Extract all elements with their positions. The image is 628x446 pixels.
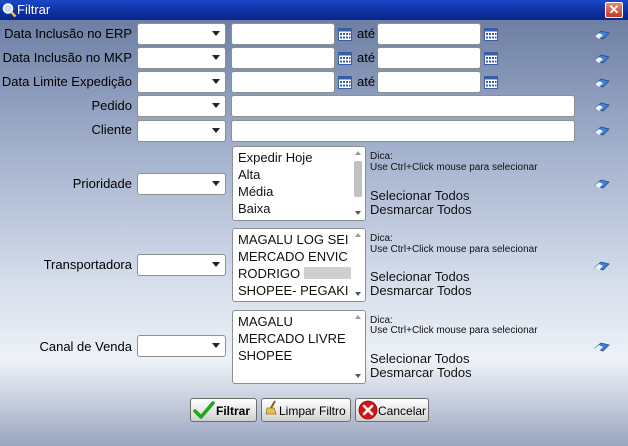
chevron-down-icon (212, 128, 220, 133)
cancel-button[interactable]: Cancelar (355, 398, 429, 422)
list-item[interactable]: MAGALU (238, 314, 293, 330)
pedido-label: Pedido (91, 98, 132, 113)
transportadora-deselect-all-link[interactable]: Desmarcar Todos (370, 284, 472, 298)
scrollbar[interactable] (351, 311, 365, 383)
data-erp-from-input[interactable] (231, 23, 335, 45)
eraser-icon[interactable] (594, 102, 610, 112)
data-erp-label: Data Inclusão no ERP (4, 26, 132, 41)
prioridade-label: Prioridade (72, 176, 132, 191)
data-erp-to-input[interactable] (377, 23, 481, 45)
redacted-text (304, 267, 353, 279)
title-bar: Filtrar ✕ (0, 0, 628, 20)
chevron-down-icon (212, 31, 220, 36)
calendar-icon[interactable] (338, 76, 352, 89)
pedido-input[interactable] (231, 95, 575, 117)
scroll-down-icon[interactable] (355, 211, 361, 215)
chevron-down-icon (212, 262, 220, 267)
list-item[interactable]: MERCADO LIVRE (238, 331, 346, 347)
list-item[interactable]: SHOPEE (238, 348, 292, 364)
transportadora-operator-select[interactable] (137, 254, 226, 276)
list-item[interactable]: Alta (238, 167, 260, 183)
search-icon (2, 3, 17, 18)
chevron-down-icon (212, 55, 220, 60)
scroll-up-icon[interactable] (355, 315, 361, 319)
data-limite-from-input[interactable] (231, 71, 335, 93)
prioridade-operator-select[interactable] (137, 173, 226, 195)
scroll-up-icon[interactable] (355, 151, 361, 155)
broom-icon (265, 400, 277, 415)
data-limite-to-input[interactable] (377, 71, 481, 93)
chevron-down-icon (212, 343, 220, 348)
canal-venda-deselect-all-link[interactable]: Desmarcar Todos (370, 366, 472, 380)
eraser-icon[interactable] (594, 54, 610, 64)
prioridade-deselect-all-link[interactable]: Desmarcar Todos (370, 203, 472, 217)
data-erp-operator-select[interactable] (137, 23, 226, 45)
transportadora-label: Transportadora (43, 257, 132, 272)
list-item[interactable]: RODRIGO (238, 266, 353, 282)
clear-filter-button[interactable]: Limpar Filtro (261, 398, 351, 422)
list-item-label: RODRIGO (238, 266, 301, 281)
calendar-icon[interactable] (338, 28, 352, 41)
scroll-down-icon[interactable] (355, 292, 361, 296)
canal-venda-select-all-link[interactable]: Selecionar Todos (370, 352, 470, 366)
list-item[interactable]: SHOPEE- PEGAKI (238, 283, 349, 299)
list-item[interactable]: MAGALU LOG SEI (238, 232, 349, 248)
eraser-icon[interactable] (594, 261, 610, 271)
data-limite-label: Data Limite Expedição (1, 74, 132, 89)
list-item[interactable]: Expedir Hoje (238, 150, 312, 166)
data-mkp-operator-select[interactable] (137, 47, 226, 69)
transportadora-select-all-link[interactable]: Selecionar Todos (370, 270, 470, 284)
list-item[interactable]: Baixa (238, 201, 271, 217)
data-mkp-label: Data Inclusão no MKP (2, 50, 132, 65)
close-button[interactable]: ✕ (605, 2, 623, 18)
scroll-down-icon[interactable] (355, 374, 361, 378)
prioridade-hint-title: Dica: (370, 151, 393, 162)
data-limite-range-separator: até (357, 74, 376, 89)
chevron-down-icon (212, 103, 220, 108)
scrollbar[interactable] (351, 147, 365, 220)
eraser-icon[interactable] (594, 78, 610, 88)
prioridade-hint-text: Use Ctrl+Click mouse para selecionar (370, 162, 538, 173)
transportadora-hint-text: Use Ctrl+Click mouse para selecionar (370, 244, 538, 255)
chevron-down-icon (212, 79, 220, 84)
data-limite-operator-select[interactable] (137, 71, 226, 93)
data-mkp-range-separator: até (357, 50, 376, 65)
data-erp-range-separator: até (357, 26, 376, 41)
transportadora-listbox[interactable]: MAGALU LOG SEI MERCADO ENVIC RODRIGO SHO… (232, 228, 366, 302)
canal-venda-listbox[interactable]: MAGALU MERCADO LIVRE SHOPEE (232, 310, 366, 384)
data-mkp-to-input[interactable] (377, 47, 481, 69)
data-mkp-from-input[interactable] (231, 47, 335, 69)
scrollbar[interactable] (351, 229, 365, 301)
window-title: Filtrar (17, 2, 51, 17)
prioridade-select-all-link[interactable]: Selecionar Todos (370, 189, 470, 203)
calendar-icon[interactable] (484, 28, 498, 41)
chevron-down-icon (212, 181, 220, 186)
cliente-operator-select[interactable] (137, 120, 226, 142)
cliente-label: Cliente (91, 122, 132, 137)
cliente-input[interactable] (231, 120, 575, 142)
canal-venda-label: Canal de Venda (39, 339, 132, 354)
scroll-up-icon[interactable] (355, 233, 361, 237)
pedido-operator-select[interactable] (137, 95, 226, 117)
calendar-icon[interactable] (484, 76, 498, 89)
list-item[interactable]: MERCADO ENVIC (238, 249, 348, 265)
calendar-icon[interactable] (484, 52, 498, 65)
filter-button[interactable]: Filtrar (190, 398, 257, 422)
calendar-icon[interactable] (338, 52, 352, 65)
eraser-icon[interactable] (594, 342, 610, 352)
list-item[interactable]: Média (238, 184, 273, 200)
clear-filter-button-label: Limpar Filtro (279, 404, 346, 418)
canal-venda-operator-select[interactable] (137, 335, 226, 357)
eraser-icon[interactable] (594, 30, 610, 40)
prioridade-listbox[interactable]: Expedir Hoje Alta Média Baixa (232, 146, 366, 221)
eraser-icon[interactable] (594, 179, 610, 189)
transportadora-hint-title: Dica: (370, 233, 393, 244)
scrollbar-thumb[interactable] (354, 161, 362, 197)
cancel-icon (358, 400, 378, 420)
eraser-icon[interactable] (594, 126, 610, 136)
checkmark-icon (193, 401, 215, 419)
cancel-button-label: Cancelar (378, 404, 427, 418)
filter-button-label: Filtrar (216, 404, 251, 418)
canal-venda-hint-text: Use Ctrl+Click mouse para selecionar (370, 325, 538, 336)
